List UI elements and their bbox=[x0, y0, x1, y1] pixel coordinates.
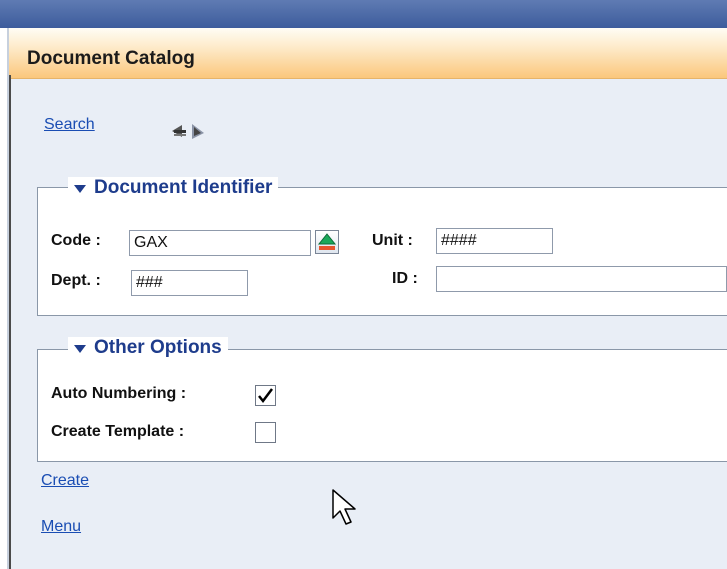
window-top-bar bbox=[0, 0, 727, 28]
other-options-group bbox=[37, 349, 727, 462]
next-arrow-icon[interactable] bbox=[192, 124, 204, 139]
left-border bbox=[9, 75, 11, 569]
collapse-triangle-icon bbox=[74, 185, 86, 193]
dept-input[interactable] bbox=[131, 270, 248, 296]
auto-numbering-checkbox[interactable] bbox=[255, 385, 276, 406]
other-options-title: Other Options bbox=[94, 337, 222, 358]
auto-numbering-label: Auto Numbering : bbox=[51, 385, 187, 402]
document-identifier-title: Document Identifier bbox=[94, 177, 273, 198]
nav-arrows bbox=[170, 121, 216, 141]
previous-arrow-icon[interactable] bbox=[172, 125, 186, 137]
create-template-checkbox[interactable] bbox=[255, 422, 276, 443]
page-title: Document Catalog bbox=[27, 48, 195, 69]
dept-label: Dept. : bbox=[51, 272, 101, 289]
code-lookup-button[interactable] bbox=[315, 230, 339, 254]
menu-link[interactable]: Menu bbox=[41, 518, 81, 536]
id-label: ID : bbox=[392, 270, 418, 287]
unit-input[interactable] bbox=[436, 228, 553, 254]
code-input[interactable] bbox=[129, 230, 311, 256]
lookup-icon bbox=[317, 233, 337, 250]
unit-label: Unit : bbox=[372, 232, 413, 249]
code-label: Code : bbox=[51, 232, 101, 249]
checkmark-icon bbox=[258, 388, 273, 404]
other-options-legend[interactable]: Other Options bbox=[68, 337, 228, 359]
id-input[interactable] bbox=[436, 266, 727, 292]
create-template-label: Create Template : bbox=[51, 423, 185, 440]
document-identifier-legend[interactable]: Document Identifier bbox=[68, 177, 279, 199]
collapse-triangle-icon bbox=[74, 345, 86, 353]
search-link[interactable]: Search bbox=[44, 116, 95, 134]
create-link[interactable]: Create bbox=[41, 472, 89, 490]
mouse-pointer-icon bbox=[332, 489, 356, 525]
